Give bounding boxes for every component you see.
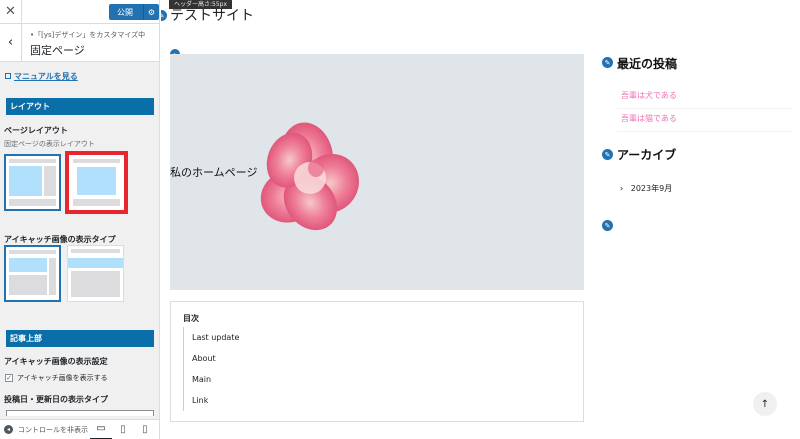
layout-section: レイアウト ページレイアウト 固定ページの表示レイアウト (0, 98, 159, 149)
edit-widget-icon[interactable]: ✎ (601, 219, 614, 232)
recent-posts-title: 最近の投稿 (617, 57, 678, 71)
manual-link[interactable]: マニュアルを見る (14, 71, 78, 82)
arrow-up-icon: ↑ (760, 398, 770, 410)
panel-heading: 固定ページ (30, 44, 85, 57)
hide-controls-icon[interactable]: ◂ (4, 425, 13, 434)
back-icon[interactable]: ‹ (0, 24, 22, 61)
hide-controls-button[interactable]: コントロールを非表示 (18, 425, 90, 435)
date-type-label: 投稿日・更新日の表示タイプ (4, 395, 108, 404)
toc-item[interactable]: About (184, 348, 239, 369)
chevron-right-icon: › (620, 184, 624, 193)
layout-option-one-column[interactable] (65, 151, 128, 214)
recent-post-link[interactable]: 吾輩は犬である (617, 86, 792, 109)
publish-button[interactable]: 公開 ⚙ (109, 4, 159, 20)
date-type-select[interactable] (6, 410, 154, 416)
edit-site-title-icon[interactable]: ✎ (161, 9, 168, 22)
desktop-preview-icon[interactable]: ▭ (90, 420, 112, 439)
recent-post-link[interactable]: 吾輩は猫である (617, 109, 792, 132)
site-title[interactable]: テストサイト (170, 5, 254, 25)
site-preview: ヘッダー高さ:55px テストサイト ✎ ✎ 私のホームページ (161, 0, 800, 439)
article-top-section: 記事上部 アイキャッチ画像の表示設定 ✓ アイキャッチ画像を表示する 投稿日・更… (0, 330, 159, 416)
hero-text: 私のホームページ (170, 166, 258, 179)
document-icon (5, 73, 11, 79)
mobile-preview-icon[interactable]: ▯ (134, 420, 156, 439)
layout-option-two-column[interactable] (4, 154, 61, 211)
toc-item[interactable]: Link (184, 390, 239, 411)
page-layout-desc: 固定ページの表示レイアウト (4, 140, 95, 148)
thumbnail-type-option-full[interactable] (67, 245, 124, 302)
publish-label: 公開 (117, 7, 133, 17)
page-layout-label: ページレイアウト (4, 126, 68, 135)
scroll-to-top-button[interactable]: ↑ (753, 392, 777, 416)
recent-posts-list: 吾輩は犬である 吾輩は猫である (617, 86, 792, 132)
thumbnail-type-option-normal[interactable] (4, 245, 61, 302)
customizer-header: ✕ 公開 ⚙ (0, 0, 159, 24)
customizer-sidebar: ✕ 公開 ⚙ ‹ •「[ys]デザイン」をカスタマイズ中 固定ページ マニュアル… (0, 0, 160, 439)
thumbnail-type-label: アイキャッチ画像の表示タイプ (4, 235, 116, 244)
close-icon[interactable]: ✕ (0, 0, 22, 23)
archive-item[interactable]: › 2023年9月 (620, 183, 672, 194)
breadcrumb: •「[ys]デザイン」をカスタマイズ中 (30, 31, 146, 39)
tablet-preview-icon[interactable]: ▯ (112, 420, 134, 439)
hero-image: 私のホームページ (170, 54, 584, 290)
edit-widget-icon[interactable]: ✎ (601, 148, 614, 161)
customizer-footer: ◂ コントロールを非表示 ▭ ▯ ▯ (0, 419, 159, 439)
thumbnail-checkbox-label: アイキャッチ画像を表示する (17, 374, 108, 382)
section-header-article-top: 記事上部 (6, 330, 154, 347)
thumbnail-setting-label: アイキャッチ画像の表示設定 (4, 357, 108, 366)
archive-link[interactable]: 2023年9月 (631, 184, 672, 193)
thumbnail-checkbox[interactable]: ✓ (5, 374, 13, 382)
toc-item[interactable]: Main (184, 369, 239, 390)
toc-item[interactable]: Last update (184, 327, 239, 348)
panel-title: ‹ •「[ys]デザイン」をカスタマイズ中 固定ページ (0, 24, 159, 62)
edit-widget-icon[interactable]: ✎ (601, 56, 614, 69)
archive-title: アーカイブ (617, 148, 677, 162)
section-header-layout: レイアウト (6, 98, 154, 115)
gear-icon[interactable]: ⚙ (143, 4, 159, 20)
toc-list: Last update About Main Link (183, 327, 239, 411)
thumbnail-checkbox-row[interactable]: ✓ アイキャッチ画像を表示する (5, 373, 159, 383)
manual-row: マニュアルを見る (0, 62, 159, 84)
toc-title: 目次 (183, 314, 199, 323)
table-of-contents: 目次 Last update About Main Link (170, 301, 584, 422)
